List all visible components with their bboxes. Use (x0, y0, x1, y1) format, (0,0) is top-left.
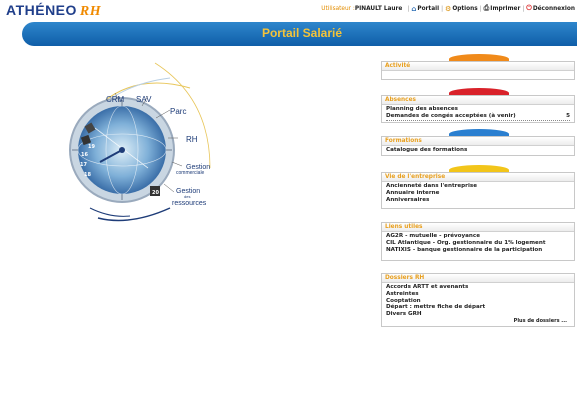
logo-suffix: RH (79, 4, 102, 19)
link-ag2r[interactable]: AG2R - mutuelle - prévoyance (386, 233, 570, 240)
home-icon: ⌂ (411, 4, 417, 13)
link-accords-artt[interactable]: Accords ARTT et avenants (386, 284, 570, 291)
clock-number: 20 (152, 190, 159, 196)
item-label: Annuaire interne (386, 189, 440, 196)
panel-activite: Activité (381, 61, 575, 80)
nav-deconnexion-button[interactable]: ⏻ Déconnexion (526, 4, 575, 13)
top-nav: Utilisateur : PINAULT Laure | ⌂ Portail … (321, 4, 575, 13)
clock-number: 17 (80, 162, 87, 168)
portal-illustration: 16 17 18 19 20 CRM SAV Parc RH Gestion c… (60, 58, 240, 228)
panel-title: Formations (382, 137, 574, 145)
panel-body: Planning des absences Demandes de congés… (382, 104, 574, 122)
link-catalogue-formations[interactable]: Catalogue des formations (386, 147, 570, 154)
illus-label-des: des (184, 194, 191, 199)
illus-label-rh: RH (186, 135, 198, 144)
link-depart[interactable]: Départ : mettre fiche de départ (386, 304, 570, 311)
item-label: Demandes de congés acceptées (à venir) (386, 112, 516, 119)
panel-body: Catalogue des formations (382, 145, 574, 155)
panel-title: Vie de l'entreprise (382, 173, 574, 181)
panel-dossiers-rh: Dossiers RH Accords ARTT et avenants Ast… (381, 273, 575, 327)
panel-vie-entreprise: Vie de l'entreprise Ancienneté dans l'en… (381, 172, 575, 209)
nav-label: Déconnexion (532, 5, 575, 12)
logo-text: ATHÉNEO (6, 2, 77, 18)
panel-body: Accords ARTT et avenants Astreintes Coop… (382, 282, 574, 326)
link-divers-grh[interactable]: Divers GRH (386, 311, 570, 318)
item-label: NATIXIS - banque gestionnaire de la part… (386, 246, 543, 253)
link-astreintes[interactable]: Astreintes (386, 291, 570, 298)
panel-title: Activité (382, 62, 574, 70)
panel-formations: Formations Catalogue des formations (381, 136, 575, 156)
link-annuaire[interactable]: Annuaire interne (386, 190, 570, 197)
app-logo: ATHÉNEO RH (6, 2, 101, 20)
illus-label-ressources: ressources (172, 200, 207, 207)
item-label: Catalogue des formations (386, 147, 468, 153)
link-planning-absences[interactable]: Planning des absences (386, 106, 570, 113)
separator: | (479, 5, 482, 12)
printer-icon: ⎙ (483, 4, 490, 12)
clock-globe-icon: 16 17 18 19 20 (69, 62, 211, 222)
panel-absences: Absences Planning des absences Demandes … (381, 95, 575, 123)
separator: | (441, 5, 444, 12)
panel-body (382, 70, 574, 79)
illus-label-parc: Parc (170, 107, 187, 116)
item-label: Ancienneté dans l'entreprise (386, 183, 477, 189)
item-label: Cooptation (386, 297, 421, 304)
link-anniversaires[interactable]: Anniversaires (386, 197, 570, 204)
item-label: Départ : mettre fiche de départ (386, 304, 486, 311)
count-badge: 5 (566, 112, 570, 119)
link-natixis[interactable]: NATIXIS - banque gestionnaire de la part… (386, 247, 570, 254)
item-label: Accords ARTT et avenants (386, 284, 469, 290)
item-label: Planning des absences (386, 106, 459, 112)
link-anciennete[interactable]: Ancienneté dans l'entreprise (386, 183, 570, 190)
power-icon: ⏻ (526, 4, 532, 12)
panel-body: Ancienneté dans l'entreprise Annuaire in… (382, 181, 574, 208)
top-bar: ATHÉNEO RH Utilisateur : PINAULT Laure | … (0, 0, 577, 22)
separator: | (407, 5, 410, 12)
panel-body: AG2R - mutuelle - prévoyance CIL Atlanti… (382, 231, 574, 260)
panel-title: Liens utiles (382, 223, 574, 231)
item-label: Divers GRH (386, 311, 422, 318)
nav-label: Options (452, 5, 478, 12)
item-label: Astreintes (386, 290, 419, 297)
user-name: PINAULT Laure (354, 5, 403, 12)
nav-portail-button[interactable]: ⌂ Portail (411, 5, 439, 13)
illus-label-sav: SAV (136, 95, 152, 104)
panel-title: Absences (382, 96, 574, 104)
clock-number: 19 (88, 144, 95, 150)
item-label: AG2R - mutuelle - prévoyance (386, 233, 481, 239)
page-title: Portail Salarié (261, 26, 343, 40)
panel-title: Dossiers RH (382, 274, 574, 282)
nav-options-button[interactable]: ⚙ Options (445, 5, 478, 13)
gear-icon: ⚙ (445, 4, 452, 13)
nav-label: Portail (417, 5, 440, 12)
user-label: Utilisateur : (321, 5, 355, 12)
more-dossiers-link[interactable]: Plus de dossiers ... (386, 318, 570, 325)
link-demandes-conges[interactable]: Demandes de congés acceptées (à venir) 5 (386, 113, 570, 121)
nav-label: Imprimer (490, 5, 521, 12)
panel-liens-utiles: Liens utiles AG2R - mutuelle - prévoyanc… (381, 222, 575, 261)
item-label: CIL Atlantique - Org. gestionnaire du 1%… (386, 239, 546, 246)
page-banner: Portail Salarié (22, 22, 577, 46)
clock-number: 18 (84, 172, 91, 178)
nav-imprimer-button[interactable]: ⎙ Imprimer (484, 4, 521, 13)
clock-number: 16 (81, 152, 88, 158)
item-label: Anniversaires (386, 196, 430, 203)
illus-label-crm: CRM (106, 95, 125, 104)
separator: | (522, 5, 525, 12)
illus-label-commerciale: commerciale (176, 170, 205, 176)
link-cil-atlantique[interactable]: CIL Atlantique - Org. gestionnaire du 1%… (386, 240, 570, 247)
